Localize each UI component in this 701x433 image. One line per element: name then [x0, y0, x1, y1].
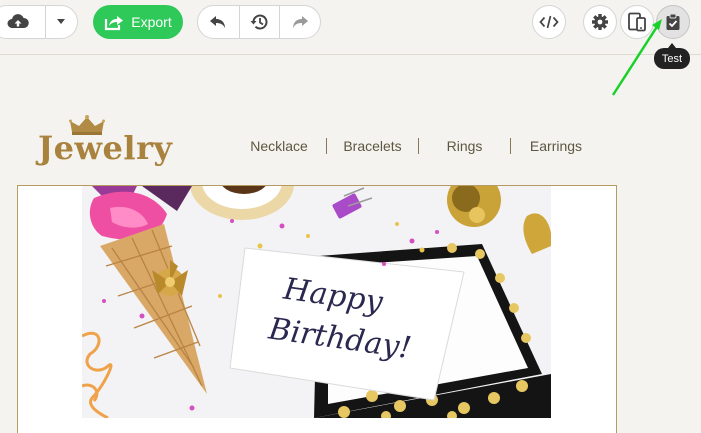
- nav-item-necklace[interactable]: Necklace: [232, 137, 326, 155]
- hero-image[interactable]: Happy Birthday!: [82, 186, 551, 418]
- nav-item-earrings[interactable]: Earrings: [511, 137, 601, 155]
- logo-text: Jewelry: [38, 129, 173, 167]
- nav-item-rings[interactable]: Rings: [419, 137, 510, 155]
- jewelry-logo[interactable]: Jewelry: [36, 115, 172, 167]
- email-nav: Necklace Bracelets Rings Earrings: [232, 137, 601, 155]
- nav-item-bracelets[interactable]: Bracelets: [327, 137, 418, 155]
